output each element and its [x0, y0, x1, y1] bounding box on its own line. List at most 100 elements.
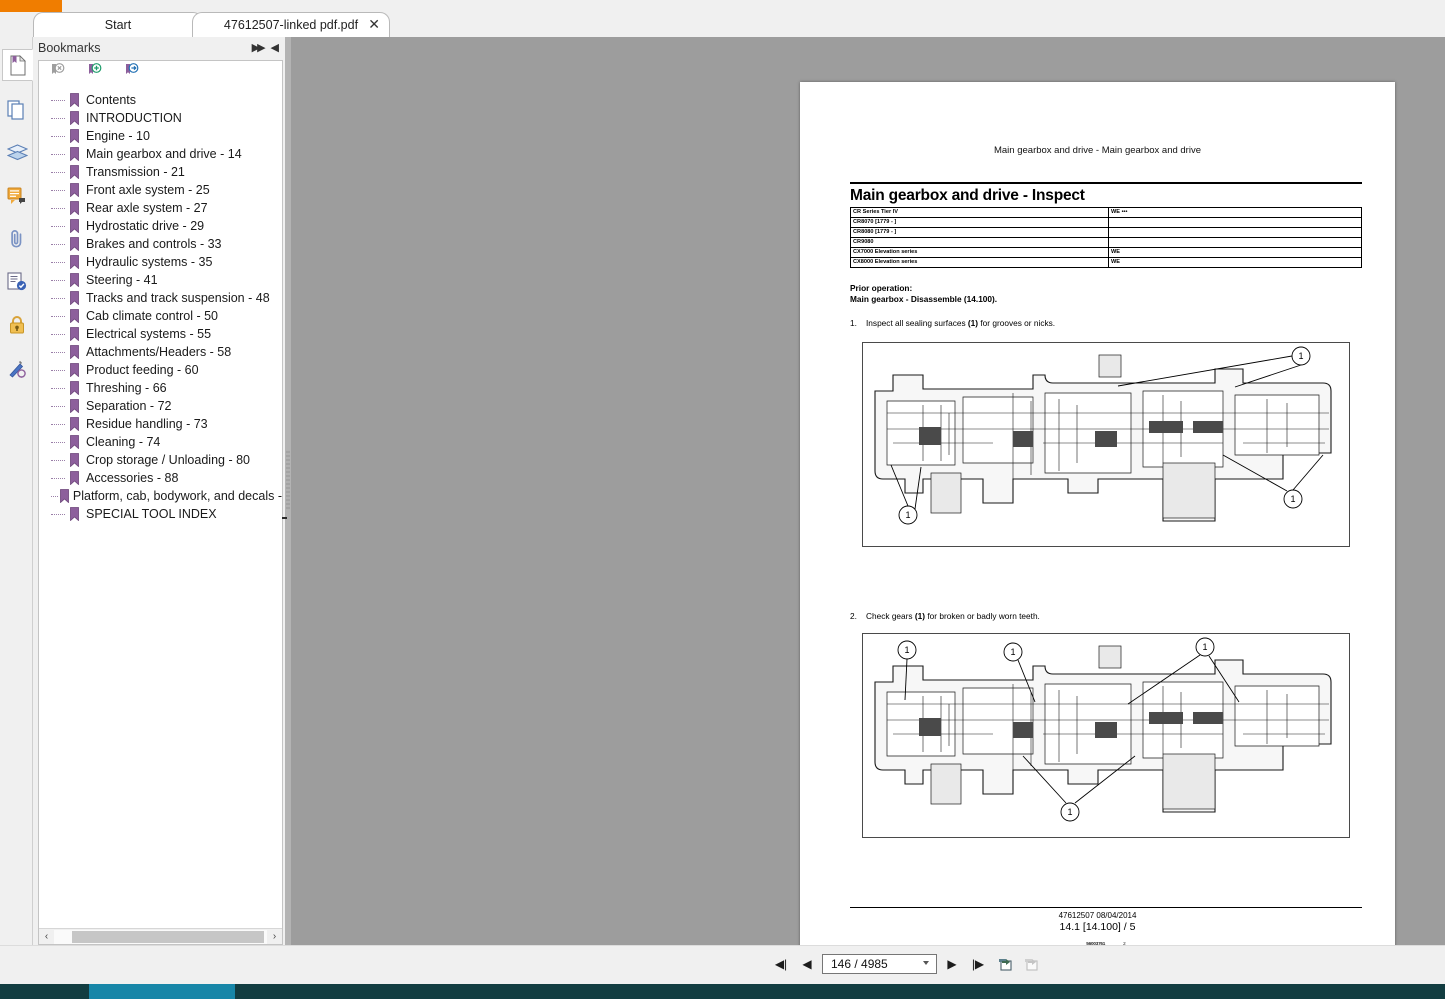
previous-page-button[interactable]: ◀ [796, 952, 818, 976]
bookmark-item[interactable]: Contents [39, 91, 282, 109]
gearbox-section-drawing-2: 1 1 1 1 [874, 637, 1332, 822]
bookmarks-toolbar [39, 61, 282, 87]
bookmark-item[interactable]: INTRODUCTION [39, 109, 282, 127]
bookmark-item[interactable]: Tracks and track suspension - 48 [39, 289, 282, 307]
page-footer: 47612507 08/04/2014 14.1 [14.100] / 5 [800, 911, 1395, 933]
gearbox-section-drawing-1: 1 1 1 [874, 346, 1332, 525]
scroll-left-icon[interactable]: ‹ [39, 931, 54, 942]
pdf-viewer-canvas[interactable]: Main gearbox and drive - Main gearbox an… [291, 37, 1445, 960]
table-row: CR Series Tier IV WE ••• [850, 207, 1362, 218]
tab-document[interactable]: 47612507-linked pdf.pdf ✕ [192, 12, 390, 37]
tab-start[interactable]: Start [33, 12, 203, 37]
taskbar-active-window[interactable] [89, 984, 235, 999]
bookmark-item[interactable]: Hydraulic systems - 35 [39, 253, 282, 271]
bookmark-flag-icon [67, 471, 82, 485]
os-taskbar [0, 984, 1445, 999]
scroll-thumb[interactable] [72, 930, 264, 943]
delete-bookmark-icon[interactable] [49, 63, 66, 85]
bookmark-item[interactable]: Crop storage / Unloading - 80 [39, 451, 282, 469]
bookmark-item[interactable]: Platform, cab, bodywork, and decals - [39, 487, 282, 505]
bookmark-item[interactable]: Electrical systems - 55 [39, 325, 282, 343]
signature-panel-icon[interactable] [3, 266, 31, 298]
bookmark-item[interactable]: Engine - 10 [39, 127, 282, 145]
document-tab-bar: Start 47612507-linked pdf.pdf ✕ [0, 12, 1445, 37]
table-cell-model: CR8080 [1779 - ] [850, 227, 1109, 238]
side-icon-rail [0, 37, 33, 945]
bookmark-item[interactable]: Front axle system - 25 [39, 181, 282, 199]
splitter-grip[interactable] [286, 450, 290, 510]
page-number-input[interactable]: 146 / 4985 [822, 954, 937, 974]
bookmark-label: Cleaning - 74 [86, 435, 161, 449]
scroll-right-icon[interactable]: › [267, 931, 282, 942]
bookmark-item[interactable]: Residue handling - 73 [39, 415, 282, 433]
svg-text:1: 1 [1010, 647, 1015, 657]
sign-tools-icon[interactable] [3, 352, 31, 384]
bookmark-item[interactable]: Brakes and controls - 33 [39, 235, 282, 253]
prior-operation-label: Prior operation: [850, 283, 913, 293]
previous-view-icon[interactable] [993, 952, 1015, 976]
bookmark-item[interactable]: Product feeding - 60 [39, 361, 282, 379]
bookmark-item[interactable]: Accessories - 88 [39, 469, 282, 487]
comments-icon[interactable] [3, 180, 31, 212]
bookmark-label: Product feeding - 60 [86, 363, 199, 377]
bookmark-item[interactable]: Main gearbox and drive - 14 [39, 145, 282, 163]
bookmark-flag-icon [67, 219, 82, 233]
pages-thumbnails-icon[interactable] [3, 94, 31, 126]
bookmark-flag-icon [67, 129, 82, 143]
bookmark-item[interactable]: Steering - 41 [39, 271, 282, 289]
layers-icon[interactable] [3, 137, 31, 169]
step-1-text-post: for grooves or nicks. [978, 318, 1056, 328]
tree-connector [51, 135, 65, 137]
security-lock-icon[interactable] [3, 309, 31, 341]
pdf-reader-window: Home Start 47612507-linked pdf.pdf ✕ [0, 0, 1445, 999]
attachments-icon[interactable] [3, 223, 31, 255]
goto-bookmark-icon[interactable] [123, 63, 140, 85]
bookmark-flag-icon [67, 381, 82, 395]
bookmarks-horizontal-scrollbar[interactable]: ‹ › [39, 928, 282, 944]
scroll-track[interactable] [54, 929, 267, 944]
bookmark-item[interactable]: Cab climate control - 50 [39, 307, 282, 325]
bookmark-label: SPECIAL TOOL INDEX [86, 507, 217, 521]
svg-text:1: 1 [1290, 494, 1295, 504]
bookmark-item[interactable]: Attachments/Headers - 58 [39, 343, 282, 361]
bookmarks-icon[interactable] [2, 49, 33, 81]
last-page-button[interactable]: |▶ [967, 952, 989, 976]
table-cell-model: CX7000 Elevation series [850, 247, 1109, 258]
bookmark-item[interactable]: SPECIAL TOOL INDEX [39, 505, 282, 523]
page-navigation-group: ◀| ◀ 146 / 4985 ▶ |▶ [770, 952, 1041, 976]
bookmark-label: Transmission - 21 [86, 165, 185, 179]
tree-connector [51, 405, 65, 407]
bookmark-label: Threshing - 66 [86, 381, 167, 395]
next-view-icon[interactable] [1019, 952, 1041, 976]
figure-2: 1 1 1 1 [862, 633, 1350, 838]
close-icon[interactable]: ✕ [368, 17, 380, 31]
bookmark-label: Hydraulic systems - 35 [86, 255, 213, 269]
bookmark-item[interactable]: Threshing - 66 [39, 379, 282, 397]
bookmark-item[interactable]: Transmission - 21 [39, 163, 282, 181]
expand-panel-icon[interactable]: ▶▶ [252, 41, 266, 54]
bookmark-label: Brakes and controls - 33 [86, 237, 222, 251]
ribbon-file-menu[interactable] [0, 0, 62, 12]
step-1-ref: (1) [967, 318, 979, 328]
next-page-button[interactable]: ▶ [941, 952, 963, 976]
bookmark-label: Rear axle system - 27 [86, 201, 208, 215]
bookmark-item[interactable]: Rear axle system - 27 [39, 199, 282, 217]
bookmark-list[interactable]: Contents INTRODUCTION Engine - 10 Main gear… [39, 89, 282, 917]
bookmark-item[interactable]: Cleaning - 74 [39, 433, 282, 451]
splitter-tick [282, 517, 287, 519]
first-page-button[interactable]: ◀| [770, 952, 792, 976]
add-bookmark-icon[interactable] [86, 63, 103, 85]
tree-connector [51, 243, 65, 245]
chevron-down-icon[interactable] [923, 961, 929, 965]
bookmark-item[interactable]: Separation - 72 [39, 397, 282, 415]
table-cell-value [1108, 237, 1362, 248]
prior-operation-block: Prior operation: Main gearbox - Disassem… [850, 283, 997, 305]
bookmark-item[interactable]: Hydrostatic drive - 29 [39, 217, 282, 235]
step-2-ref: (1) [914, 611, 926, 621]
bookmark-flag-icon [67, 273, 82, 287]
bookmark-label: INTRODUCTION [86, 111, 182, 125]
table-cell-value: WE ••• [1108, 207, 1362, 218]
footer-line-1: 47612507 08/04/2014 [1058, 911, 1137, 920]
panel-title: Bookmarks [38, 41, 101, 55]
collapse-panel-icon[interactable]: ◀ [271, 41, 279, 54]
